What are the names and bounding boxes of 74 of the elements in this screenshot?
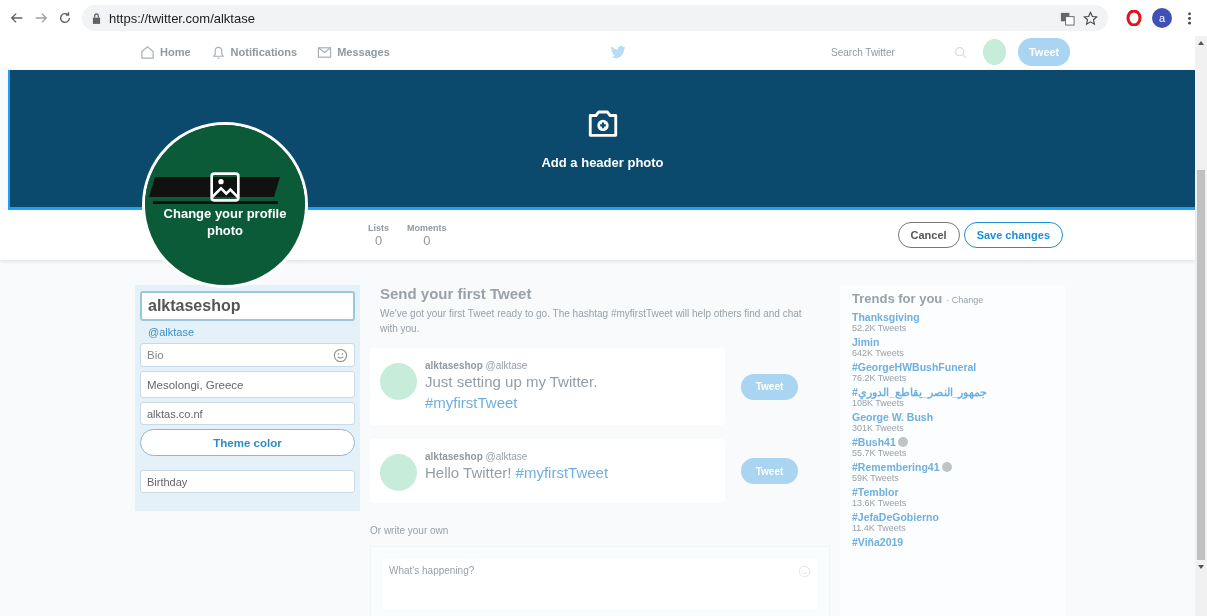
bell-icon — [210, 44, 226, 60]
tweet-button[interactable]: Tweet — [741, 373, 798, 400]
avatar — [380, 363, 417, 400]
emoji-badge-icon — [941, 462, 952, 472]
header-photo-area[interactable]: Add a header photo — [8, 70, 1197, 210]
stat-value: 0 — [374, 232, 383, 248]
trend-link[interactable]: Thanksgiving — [852, 311, 920, 323]
trend-link[interactable]: #JefaDeGobierno — [852, 511, 939, 523]
star-icon[interactable] — [1083, 10, 1098, 26]
nav-link[interactable]: Notifications — [210, 44, 298, 60]
image-icon — [209, 171, 241, 203]
trends-title: Trends for you — [852, 291, 943, 306]
profile-photo[interactable]: Change your profile photo — [142, 122, 308, 288]
compose-field[interactable]: What's happening? — [383, 559, 817, 609]
emoji-badge-icon — [897, 437, 908, 447]
trend-link[interactable]: #Bush41 — [852, 436, 896, 448]
section-description: We've got your first Tweet ready to go. The hashtag #myfirstTweet will help others find and chat with you. — [380, 307, 803, 336]
trend-count: 642K Tweets — [852, 348, 905, 358]
trend-link[interactable]: George W. Bush — [852, 411, 934, 423]
scroll-down-icon[interactable] — [1197, 564, 1205, 570]
opera-icon[interactable] — [1126, 10, 1142, 26]
trend-count: 108K Tweets — [852, 398, 904, 408]
tweet-author: alktaseshop @alktase — [425, 360, 529, 371]
save-button[interactable]: Save changes — [963, 222, 1063, 248]
search-field[interactable]: Search Twitter — [831, 45, 967, 59]
tweet-text: Hello Twitter! #myfirstTweet — [425, 463, 609, 483]
tweet-button[interactable]: Tweet — [741, 458, 798, 484]
birthday-field[interactable]: Birthday — [140, 470, 355, 493]
envelope-icon — [317, 44, 333, 60]
trend-link[interactable]: #Temblor — [852, 486, 899, 498]
website-field[interactable]: alktas.co.nf — [140, 402, 355, 425]
emoji-icon[interactable] — [333, 347, 348, 363]
nav-link[interactable]: Home — [140, 44, 191, 60]
lock-icon — [92, 12, 101, 24]
scrollbar[interactable] — [1195, 36, 1207, 616]
reload-icon[interactable] — [58, 11, 72, 25]
stat-value: 0 — [423, 232, 431, 248]
stat-label: Lists — [368, 222, 389, 233]
tweet-text: Just setting up my Twitter. #myfirstTweet — [425, 372, 599, 413]
tweet-author: alktaseshop @alktase — [425, 451, 529, 462]
home-icon — [140, 44, 155, 60]
scroll-up-icon[interactable] — [1197, 40, 1205, 46]
nav-link[interactable]: Messages — [317, 44, 390, 60]
profile-avatar[interactable]: a — [1152, 8, 1172, 28]
trend-count: 59K Tweets — [852, 473, 900, 483]
trend-link[interactable]: #Remembering41 — [852, 461, 940, 473]
address-bar[interactable]: https://twitter.com/alktase — [82, 5, 1108, 31]
section-title: Send your first Tweet — [380, 285, 533, 302]
tweet-button[interactable]: Tweet — [1018, 38, 1070, 66]
trend-count: 52.2K Tweets — [852, 323, 908, 333]
trend-count: 55.7K Tweets — [852, 448, 908, 458]
trend-count: 13.6K Tweets — [852, 498, 908, 508]
bio-field[interactable]: Bio — [140, 343, 355, 367]
stat-label: Moments — [407, 222, 447, 233]
trend-link[interactable]: #Viña2019 — [852, 536, 904, 548]
search-icon — [953, 45, 967, 59]
header-photo-label: Add a header photo — [541, 154, 664, 170]
trend-count: 76.2K Tweets — [852, 373, 908, 383]
trend-count: 11.4K Tweets — [852, 523, 907, 533]
location-field[interactable]: Mesolongi, Greece — [140, 371, 355, 398]
url-text: https://twitter.com/alktase — [109, 10, 256, 26]
back-icon[interactable] — [10, 11, 24, 25]
name-field[interactable]: alktaseshop — [140, 291, 355, 321]
trend-count: 301K Tweets — [852, 423, 905, 433]
change-link[interactable]: · Change — [946, 295, 984, 305]
theme-color-button[interactable]: Theme color — [140, 429, 355, 456]
trend-link[interactable]: #جمهور_النصر_يقاطع_الدوري — [852, 386, 988, 398]
trend-link[interactable]: Jimin — [852, 336, 880, 348]
trend-link[interactable]: #GeorgeHWBushFuneral — [852, 361, 977, 373]
cancel-button[interactable]: Cancel — [897, 222, 960, 248]
handle-text: @alktase — [147, 325, 196, 339]
translate-icon[interactable] — [1060, 10, 1075, 26]
write-own-label: Or write your own — [370, 525, 450, 536]
avatar — [380, 454, 417, 491]
